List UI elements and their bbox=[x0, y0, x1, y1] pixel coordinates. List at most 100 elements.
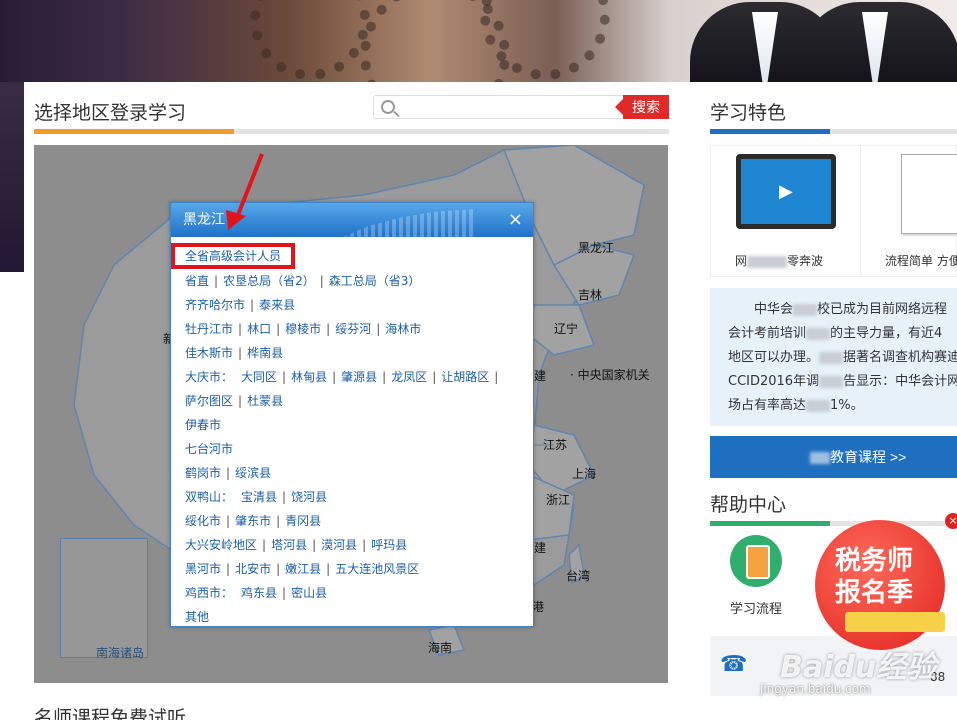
popup-header-decor bbox=[343, 209, 473, 237]
blurred-text bbox=[806, 327, 831, 340]
separator: | bbox=[238, 394, 243, 408]
region-link[interactable]: 青冈县 bbox=[285, 514, 321, 528]
page-root: 选择地区登录学习 搜索 黑龙江 吉林 辽宁 · 中央国家机关 江苏 上海 浙江 bbox=[0, 0, 957, 720]
map-label-partial-1[interactable]: 建 bbox=[534, 367, 546, 384]
region-link[interactable]: 桦南县 bbox=[247, 346, 283, 360]
separator: | bbox=[326, 322, 331, 336]
help-item-learning-process[interactable]: 学习流程 bbox=[730, 535, 782, 617]
region-link[interactable]: 林甸县 bbox=[291, 370, 327, 384]
region-link[interactable]: 大同区 bbox=[241, 370, 277, 384]
region-link[interactable]: 穆棱市 bbox=[285, 322, 321, 336]
separator: | bbox=[250, 298, 255, 312]
region-link[interactable]: 宝清县 bbox=[241, 490, 277, 504]
popup-row: 牡丹江市 | 林口 | 穆棱市 | 绥芬河 | 海林市 bbox=[185, 317, 519, 341]
region-link[interactable]: 鸡东县 bbox=[241, 586, 277, 600]
region-link[interactable]: 杜蒙县 bbox=[247, 394, 283, 408]
blurred-text bbox=[819, 375, 844, 388]
province-senior-accountants-link[interactable]: 全省高级会计人员 bbox=[171, 243, 296, 269]
intro-line: 场占有率高达 1%。 bbox=[728, 398, 864, 413]
map-label-taiwan[interactable]: 台湾 bbox=[566, 567, 590, 584]
map-label-zhejiang[interactable]: 浙江 bbox=[546, 491, 570, 508]
region-link[interactable]: 林口 bbox=[247, 322, 271, 336]
search-button[interactable]: 搜索 bbox=[615, 95, 669, 119]
region-link[interactable]: 森工总局（省3） bbox=[329, 274, 421, 288]
map-label-heilongjiang[interactable]: 黑龙江 bbox=[578, 239, 614, 256]
map-label-central-agencies[interactable]: · 中央国家机关 bbox=[570, 366, 650, 383]
feature-item-online[interactable]: 网零奔波 bbox=[711, 146, 861, 276]
help-section-title: 帮助中心 bbox=[710, 494, 787, 516]
search-input[interactable] bbox=[404, 98, 614, 116]
region-link[interactable]: 泰来县 bbox=[259, 298, 295, 312]
region-link[interactable]: 密山县 bbox=[291, 586, 327, 600]
gear-decor-1 bbox=[250, 0, 370, 80]
popup-row: 双鸭山： 宝清县 | 饶河县 bbox=[185, 485, 519, 509]
region-link[interactable]: 北安市 bbox=[235, 562, 271, 576]
region-link[interactable]: 佳木斯市 bbox=[185, 346, 233, 360]
region-link[interactable]: 塔河县 bbox=[271, 538, 307, 552]
map-label-partial-2[interactable]: 建 bbox=[534, 539, 546, 556]
region-link[interactable]: 漠河县 bbox=[321, 538, 357, 552]
popup-row: 大兴安岭地区 | 塔河县 | 漠河县 | 呼玛县 bbox=[185, 533, 519, 557]
popup-row: 鸡西市： 鸡东县 | 密山县 bbox=[185, 581, 519, 605]
search-icon bbox=[381, 100, 395, 114]
popup-row: 七台河市 bbox=[185, 437, 519, 461]
tax-ad-strip[interactable] bbox=[845, 612, 945, 632]
region-link[interactable]: 齐齐哈尔市 bbox=[185, 298, 245, 312]
region-link[interactable]: 其他 bbox=[185, 610, 209, 624]
region-link[interactable]: 伊春市 bbox=[185, 418, 221, 432]
region-link[interactable]: 绥滨县 bbox=[235, 466, 271, 480]
region-link[interactable]: 五大连池风景区 bbox=[335, 562, 419, 576]
region-section-title: 选择地区登录学习 bbox=[34, 102, 187, 124]
region-link[interactable]: 海林市 bbox=[385, 322, 421, 336]
region-link[interactable]: 鹤岗市 bbox=[185, 466, 221, 480]
blurred-text bbox=[793, 303, 818, 316]
popup-row: 鹤岗市 | 绥滨县 bbox=[185, 461, 519, 485]
region-link[interactable]: 让胡路区 bbox=[441, 370, 489, 384]
intro-line: 会计考前培训 的主导力量，有近4 bbox=[728, 326, 943, 341]
ad-close-icon[interactable]: × bbox=[945, 513, 957, 529]
feature-item-process[interactable]: 流程简单 方便 bbox=[861, 146, 957, 276]
separator: | bbox=[432, 370, 437, 384]
separator: | bbox=[238, 346, 243, 360]
region-link[interactable]: 饶河县 bbox=[291, 490, 327, 504]
region-link[interactable]: 七台河市 bbox=[185, 442, 233, 456]
popup-row: 佳木斯市 | 桦南县 bbox=[185, 341, 519, 365]
red-arrow-annotation bbox=[226, 153, 264, 230]
region-link[interactable]: 肇东市 bbox=[235, 514, 271, 528]
blurred-text bbox=[819, 351, 844, 364]
map-label-shanghai[interactable]: 上海 bbox=[572, 465, 596, 482]
map-label-jiangsu[interactable]: 江苏 bbox=[543, 436, 567, 453]
map-label-jilin[interactable]: 吉林 bbox=[578, 286, 602, 303]
popup-row: 齐齐哈尔市 | 泰来县 bbox=[185, 293, 519, 317]
region-link[interactable]: 绥化市 bbox=[185, 514, 221, 528]
edu-courses-button[interactable]: 教育课程 >> bbox=[710, 436, 957, 478]
popup-title: 黑龙江 bbox=[183, 212, 225, 228]
popup-row-label: 双鸭山： bbox=[185, 490, 234, 504]
intro-line: 中华会 校已成为目前网络远程 bbox=[754, 302, 948, 317]
businessman-figure-2 bbox=[800, 2, 957, 82]
region-link[interactable]: 黑河市 bbox=[185, 562, 221, 576]
monitor-play-icon bbox=[736, 154, 836, 229]
phone-icon bbox=[730, 535, 782, 587]
region-link[interactable]: 萨尔图区 bbox=[185, 394, 233, 408]
region-link[interactable]: 牡丹江市 bbox=[185, 322, 233, 336]
tax-ad-text[interactable]: 税务师 报名季 bbox=[835, 545, 913, 609]
region-link[interactable]: 绥芬河 bbox=[335, 322, 371, 336]
region-link[interactable]: 肇源县 bbox=[341, 370, 377, 384]
region-link[interactable]: 呼玛县 bbox=[371, 538, 407, 552]
map-label-liaoning[interactable]: 辽宁 bbox=[554, 320, 578, 337]
feature-label-online: 网零奔波 bbox=[735, 254, 824, 268]
region-link[interactable]: 大兴安岭地区 bbox=[185, 538, 257, 552]
separator: | bbox=[382, 370, 387, 384]
region-link[interactable]: 农垦总局（省2） bbox=[223, 274, 315, 288]
separator: | bbox=[276, 322, 281, 336]
map-label-hainan[interactable]: 海南 bbox=[428, 639, 452, 656]
document-icon bbox=[901, 154, 957, 234]
separator: | bbox=[319, 274, 324, 288]
help-label: 学习流程 bbox=[730, 602, 783, 617]
region-link[interactable]: 省直 bbox=[185, 274, 209, 288]
region-link[interactable]: 嫩江县 bbox=[285, 562, 321, 576]
region-link[interactable]: 龙凤区 bbox=[391, 370, 427, 384]
feature-label-process: 流程简单 方便 bbox=[885, 254, 957, 268]
close-icon[interactable]: × bbox=[508, 203, 523, 237]
